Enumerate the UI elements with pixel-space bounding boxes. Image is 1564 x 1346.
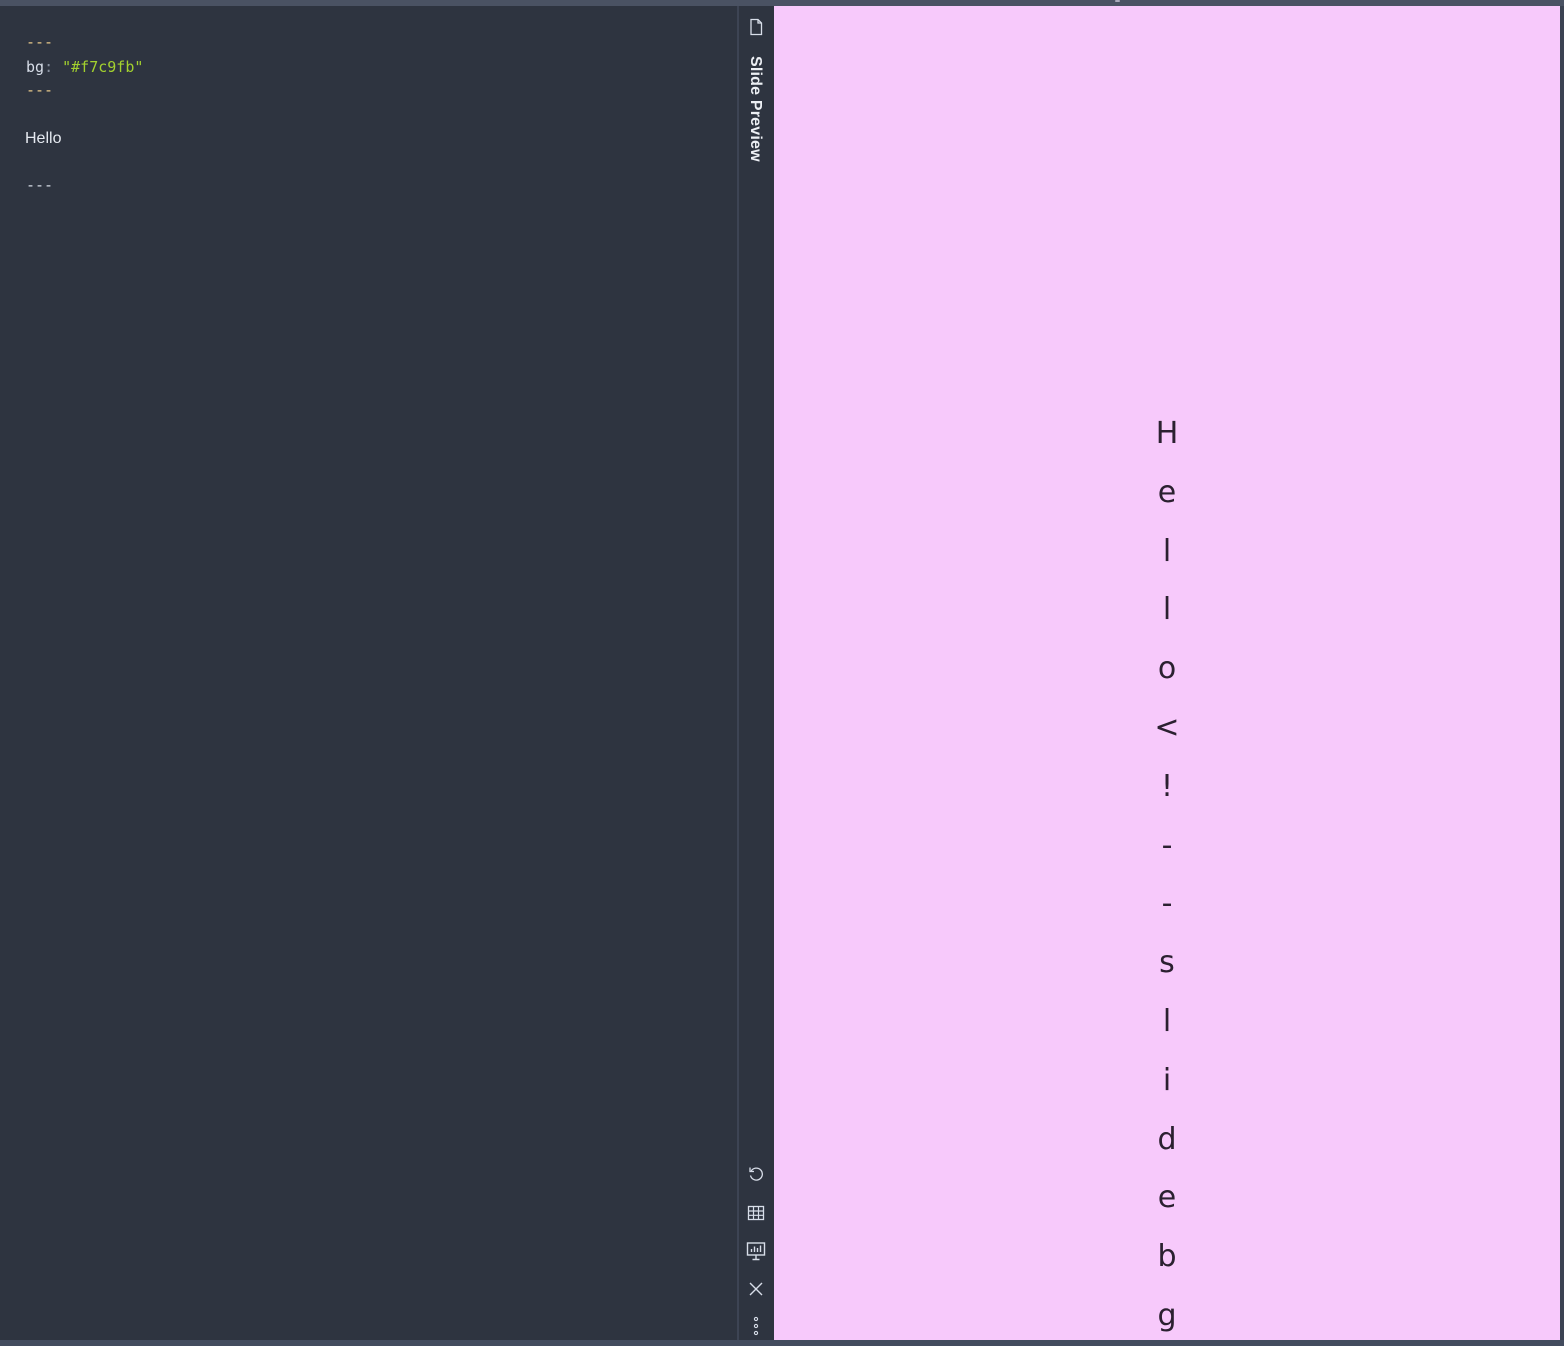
- file-icon[interactable]: [745, 16, 767, 38]
- frontmatter-open-line: ---: [26, 33, 53, 51]
- frontmatter-colon: :: [44, 58, 54, 76]
- close-icon[interactable]: [745, 1278, 767, 1300]
- refresh-icon[interactable]: [745, 1163, 767, 1185]
- slide-char: l: [1162, 1003, 1172, 1039]
- body-text: Hello: [25, 130, 62, 147]
- slide-char: H: [1155, 416, 1179, 451]
- slide-char: !: [1160, 768, 1174, 804]
- markdown-editor[interactable]: --- bg: "#f7c9fb" --- Hello ---: [0, 6, 737, 1340]
- frontmatter-key: bg: [26, 58, 45, 76]
- frontmatter-close-line: ---: [26, 81, 53, 99]
- slide-text: He l l o <! - - s l i d e b g: [774, 416, 1560, 1340]
- slide-char: o: [1157, 651, 1177, 687]
- slide-char: -: [1161, 827, 1173, 863]
- more-icon[interactable]: [745, 1315, 767, 1337]
- window-bottom-border: [0, 1340, 1564, 1346]
- slide-char: s: [1159, 945, 1175, 981]
- grid-icon[interactable]: [745, 1202, 767, 1224]
- presentation-icon[interactable]: [745, 1240, 767, 1262]
- frontmatter-bg-line: bg: "#f7c9fb": [26, 58, 143, 76]
- slide-char: g: [1157, 1297, 1177, 1333]
- slide-char: e: [1157, 474, 1177, 510]
- frontmatter-close: ---: [26, 81, 54, 99]
- slide-char: l: [1162, 592, 1172, 628]
- slide-preview-title[interactable]: Slide Preview: [746, 56, 764, 162]
- drag-handle[interactable]: [1115, 0, 1120, 2]
- frontmatter-open: ---: [26, 33, 54, 51]
- slide-char: -: [1161, 886, 1173, 922]
- preview-sidebar: Slide Preview: [739, 6, 774, 1340]
- slide-separator: ---: [26, 176, 54, 194]
- slide-char: b: [1157, 1239, 1177, 1275]
- slide-char: l: [1162, 533, 1172, 569]
- slide-char: d: [1157, 1121, 1177, 1157]
- slide-char: e: [1157, 1180, 1177, 1216]
- slide-char: <: [1154, 709, 1180, 745]
- slide-preview: He l l o <! - - s l i d e b g: [774, 6, 1560, 1340]
- slide-char: i: [1162, 1062, 1172, 1098]
- preview-right-edge: [1560, 6, 1564, 1340]
- frontmatter-value: "#f7c9fb": [62, 58, 144, 76]
